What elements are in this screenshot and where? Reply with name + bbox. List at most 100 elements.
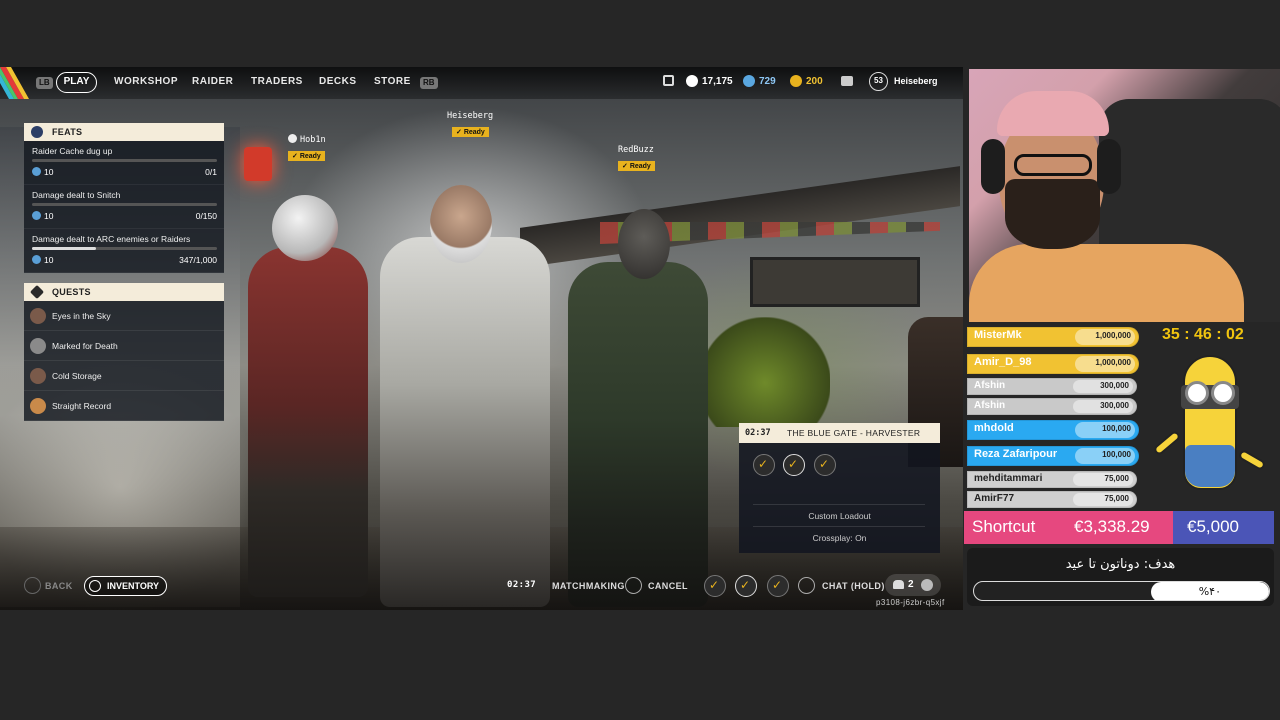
back-button-icon: [24, 577, 41, 594]
donor-name: mhdold: [974, 422, 1014, 434]
donor-bar: Afshin 300,000: [967, 398, 1137, 415]
party-slot-ready-icon: ✓: [814, 454, 836, 476]
feat-progress-bar: [32, 247, 217, 250]
player-tag-redbuzz: RedBuzz ✓ Ready: [618, 145, 655, 173]
quest-title: Straight Record: [52, 401, 112, 411]
donor-bar: MisterMk 1,000,000: [967, 327, 1139, 347]
donor-name: AmirF77: [974, 493, 1015, 504]
quests-panel: QUESTS Eyes in the Sky Marked for Death …: [24, 283, 224, 421]
plants: [700, 317, 830, 427]
inbox-icon[interactable]: [841, 76, 853, 86]
feat-item[interactable]: Damage dealt to ARC enemies or Raiders 1…: [24, 229, 224, 273]
goal-progress-bar: %۴۰: [973, 581, 1270, 601]
goal-amount-section: €5,000: [1173, 511, 1274, 544]
top-navigation: LB PLAY WORKSHOP RAIDER TRADERS DECKS ST…: [0, 67, 963, 99]
matchmaking-status: MATCHMAKING: [552, 581, 625, 591]
tab-store[interactable]: STORE: [374, 76, 411, 87]
tab-play[interactable]: PLAY: [56, 72, 97, 93]
donor-amount: 75,000: [1104, 494, 1129, 503]
coins-icon: [686, 75, 698, 87]
loadout-label: Custom Loadout: [808, 511, 871, 521]
divider: [753, 504, 925, 505]
headphones-left: [981, 139, 1005, 194]
credits-icon: [32, 167, 41, 176]
matchmaking-card: 02:37 THE BLUE GATE - HARVESTER ✓ ✓ ✓ Cu…: [739, 423, 940, 553]
feat-item[interactable]: Damage dealt to Snitch 10 0/150: [24, 185, 224, 229]
matchmaking-timer: 02:37: [745, 428, 771, 438]
feat-progress-text: 0/150: [195, 211, 217, 221]
donor-bar: AmirF77 75,000: [967, 491, 1137, 508]
donor-amount: 300,000: [1100, 381, 1129, 390]
party-slot-leader-icon: ✓: [783, 454, 805, 476]
quest-item[interactable]: Marked for Death: [24, 331, 224, 361]
inventory-label: INVENTORY: [107, 581, 160, 591]
webcam-feed: [969, 69, 1280, 322]
feat-progress-bar: [32, 203, 217, 206]
quest-item[interactable]: Straight Record: [24, 391, 224, 421]
raider-tokens-icon: [790, 75, 802, 87]
donation-total-bar: Shortcut €3,338.29 €5,000: [964, 511, 1274, 544]
player-tag-heiseberg: Heiseberg ✓ Ready: [447, 111, 493, 139]
ready-badge: ✓ Ready: [452, 127, 489, 137]
quest-item[interactable]: Cold Storage: [24, 361, 224, 391]
goal-text: هدف: دوناتون تا عید: [1065, 557, 1176, 572]
feats-header: FEATS: [24, 123, 224, 141]
tv-screens: [750, 257, 920, 307]
chat-button[interactable]: CHAT (HOLD): [822, 581, 885, 591]
stream-countdown-timer: 35 : 46 : 02: [1162, 326, 1244, 343]
player-tag-hob1n: Hob1n ✓ Ready: [288, 134, 326, 163]
inventory-icon: [89, 580, 101, 592]
feat-points: 10: [32, 167, 53, 177]
donor-bar: mhdold 100,000: [967, 420, 1139, 440]
party-button[interactable]: 2: [885, 574, 941, 596]
head-redbuzz: [618, 209, 670, 279]
donor-amount: 1,000,000: [1095, 358, 1131, 367]
quest-giver-avatar: [30, 368, 46, 384]
tab-workshop[interactable]: WORKSHOP: [114, 76, 178, 87]
raised-amount-section: Shortcut €3,338.29: [964, 511, 1173, 544]
donor-name: mehditammari: [974, 473, 1043, 484]
quest-item[interactable]: Eyes in the Sky: [24, 301, 224, 331]
screen: LB PLAY WORKSHOP RAIDER TRADERS DECKS ST…: [0, 0, 1280, 720]
rb-button[interactable]: RB: [420, 77, 438, 89]
donor-amount: 100,000: [1102, 424, 1131, 433]
player-name: RedBuzz: [618, 145, 654, 155]
glasses: [1014, 154, 1092, 176]
cancel-button[interactable]: CANCEL: [648, 581, 688, 591]
party-slot-ready-icon: ✓: [753, 454, 775, 476]
minion-overalls: [1185, 445, 1235, 487]
back-button[interactable]: BACK: [45, 581, 73, 591]
party-member-ready-icon: ✓: [767, 575, 789, 597]
quests-header: QUESTS: [24, 283, 224, 301]
player-name: Heiseberg: [447, 111, 494, 121]
donor-bar: Amir_D_98 1,000,000: [967, 354, 1139, 374]
crown-icon: [288, 134, 297, 143]
feat-progress-text: 0/1: [205, 167, 217, 177]
donor-amount: 100,000: [1102, 450, 1131, 459]
feat-title: Raider Cache dug up: [32, 146, 113, 156]
helmet-hob1n: [272, 195, 338, 261]
donor-bar: Reza Zafaripour 100,000: [967, 446, 1139, 466]
credits-icon: [32, 211, 41, 220]
ready-badge: ✓ Ready: [288, 151, 325, 161]
tab-traders[interactable]: TRADERS: [251, 76, 303, 87]
inventory-button[interactable]: INVENTORY: [84, 576, 167, 596]
goal-amount: €5,000: [1187, 517, 1239, 536]
headphones-right: [1097, 139, 1121, 194]
donor-amount: 75,000: [1104, 474, 1129, 483]
raider-tokens-value: 200: [806, 76, 823, 87]
feat-points: 10: [32, 255, 53, 265]
party-icon: [893, 580, 904, 589]
feat-item[interactable]: Raider Cache dug up 10 0/1: [24, 141, 224, 185]
coins-value: 17,175: [702, 76, 733, 87]
feat-title: Damage dealt to Snitch: [32, 190, 121, 200]
tab-decks[interactable]: DECKS: [319, 76, 357, 87]
quest-title: Cold Storage: [52, 371, 102, 381]
raised-amount: €3,338.29: [1074, 517, 1150, 536]
tab-raider[interactable]: RAIDER: [192, 76, 233, 87]
streamer-cap: [997, 91, 1109, 136]
lb-button[interactable]: LB: [36, 77, 53, 89]
donor-bar: mehditammari 75,000: [967, 471, 1137, 488]
quests-icon: [29, 284, 45, 300]
player-username[interactable]: Heiseberg: [894, 76, 938, 86]
